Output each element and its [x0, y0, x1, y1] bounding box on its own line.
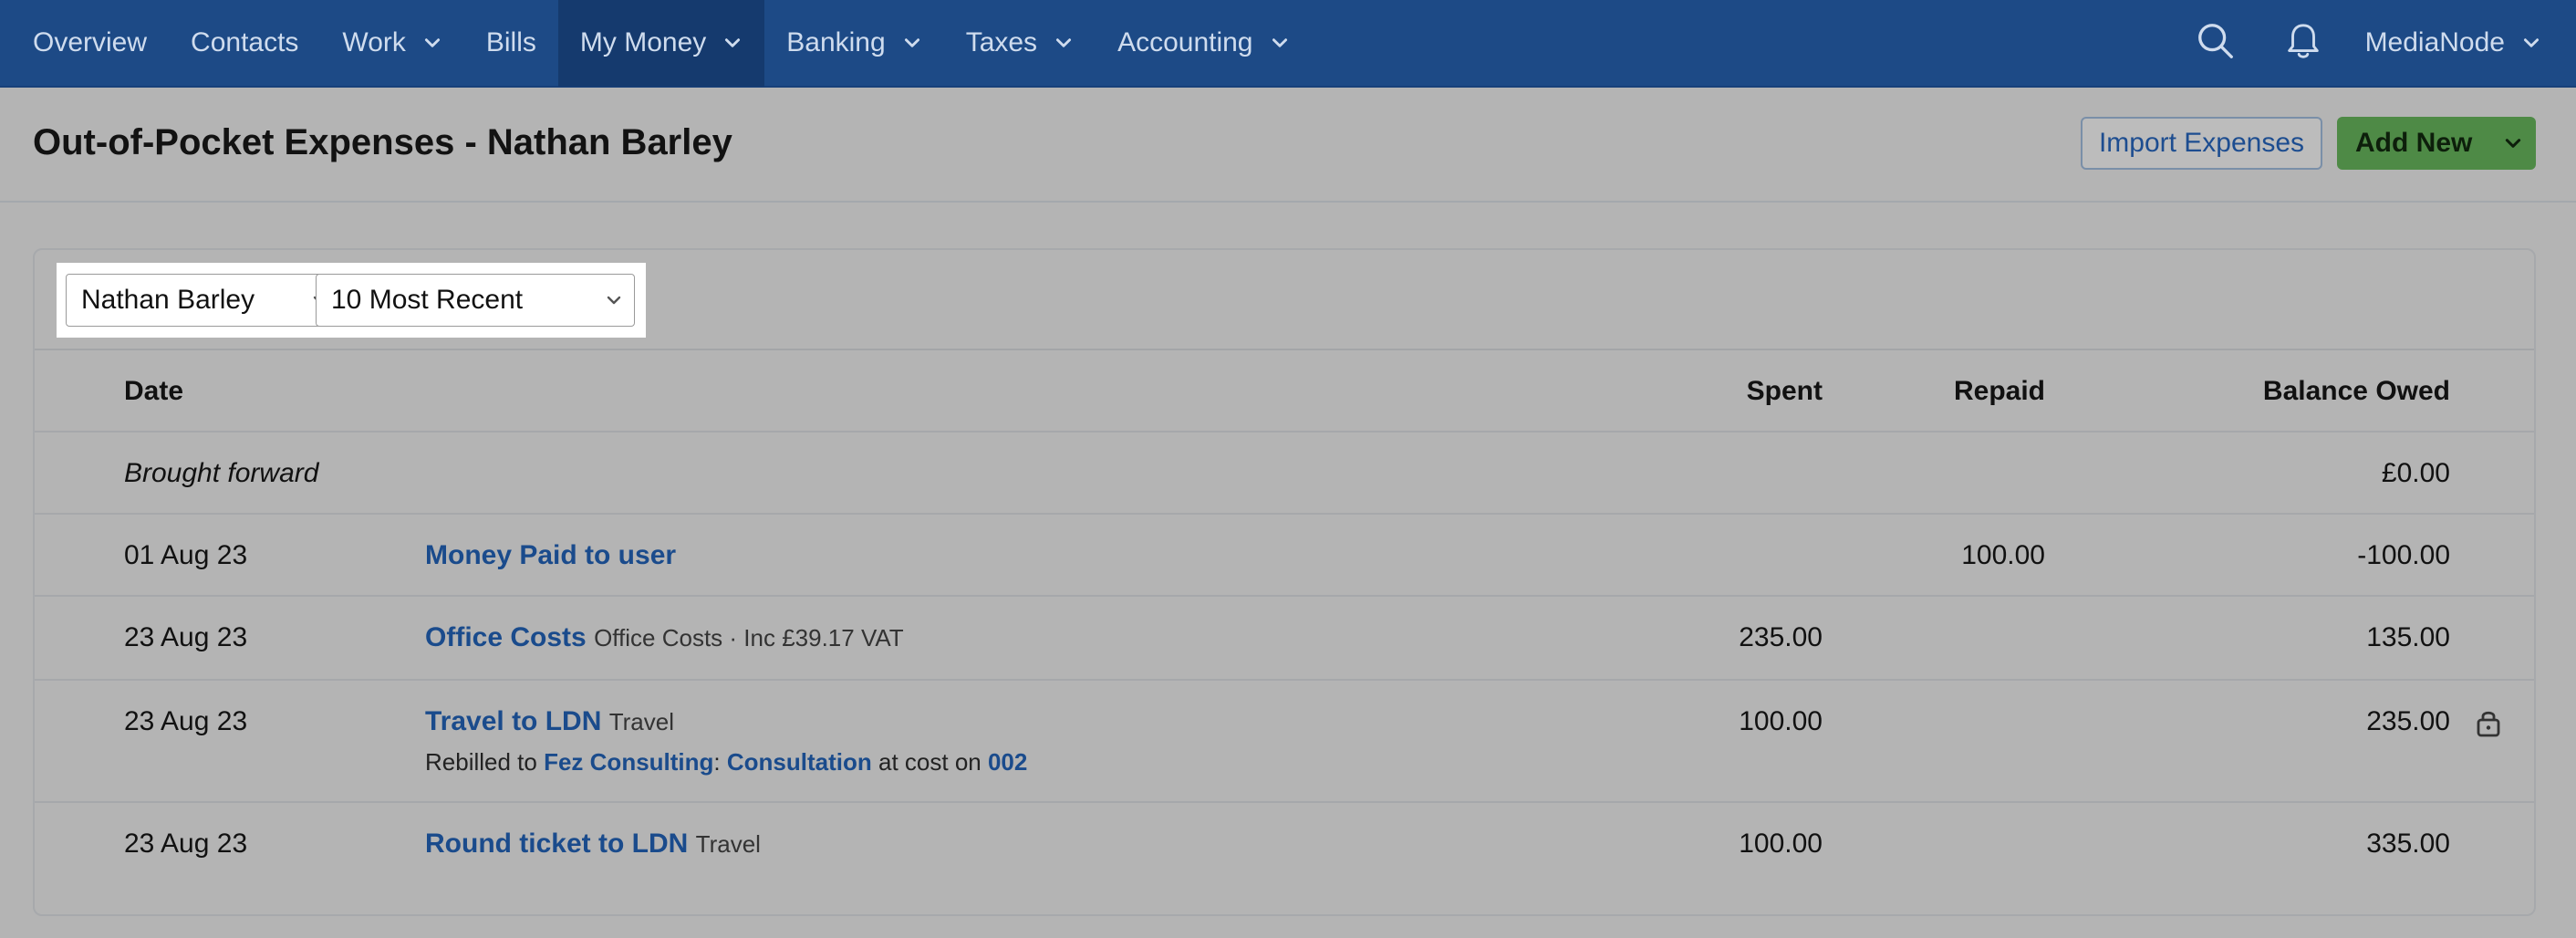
invoice-link[interactable]: 002 [988, 748, 1027, 776]
import-expenses-button[interactable]: Import Expenses [2081, 117, 2322, 170]
add-new-label: Add New [2355, 128, 2473, 158]
chevron-down-icon [722, 33, 743, 53]
table-row: 23 Aug 23 Office Costs Office Costs · In… [35, 597, 2534, 681]
table-header: Date Spent Repaid Balance Owed [35, 350, 2534, 433]
nav-label: Accounting [1117, 27, 1253, 57]
brought-forward-balance: £0.00 [2381, 458, 2450, 488]
row-balance: -100.00 [2357, 540, 2450, 570]
account-menu[interactable]: MediaNode [2347, 0, 2576, 87]
row-repaid: 100.00 [1961, 540, 2045, 570]
row-spent: 100.00 [1739, 829, 1823, 859]
chevron-down-icon [2503, 133, 2523, 153]
notifications-button[interactable] [2259, 0, 2347, 87]
chevron-down-icon [902, 33, 922, 53]
row-date: 01 Aug 23 [124, 540, 248, 570]
row-balance: 135.00 [2366, 622, 2450, 652]
rebill-info: Rebilled to Fez Consulting: Consultation… [425, 748, 1027, 776]
top-navigation: Overview Contacts Work Bills My Money Ba… [0, 0, 2576, 88]
search-icon [2195, 20, 2237, 67]
table-row: 23 Aug 23 Travel to LDN Travel Rebilled … [35, 681, 2534, 803]
account-label: MediaNode [2364, 27, 2505, 57]
row-date: 23 Aug 23 [124, 622, 248, 652]
nav-taxes[interactable]: Taxes [944, 0, 1096, 87]
nav-label: Work [342, 27, 406, 57]
chevron-down-icon [1054, 33, 1074, 53]
expense-link[interactable]: Office Costs [425, 622, 587, 652]
column-header-date: Date [124, 376, 184, 406]
client-link[interactable]: Fez Consulting [544, 748, 713, 776]
expense-link[interactable]: Round ticket to LDN [425, 829, 688, 859]
row-date: 23 Aug 23 [124, 829, 248, 859]
expense-category: Travel [608, 708, 674, 735]
nav-contacts[interactable]: Contacts [169, 0, 320, 87]
row-spent: 235.00 [1739, 622, 1823, 652]
chevron-down-icon [422, 33, 442, 53]
user-select[interactable]: Nathan Barley [66, 274, 341, 327]
column-header-spent: Spent [1746, 376, 1823, 406]
nav-label: Banking [786, 27, 886, 57]
page-header: Out-of-Pocket Expenses - Nathan Barley I… [0, 88, 2576, 203]
add-new-button[interactable]: Add New [2337, 117, 2536, 170]
nav-label: My Money [579, 27, 707, 57]
brought-forward-label: Brought forward [124, 458, 319, 488]
row-description: Office Costs Office Costs · Inc £39.17 V… [425, 622, 904, 653]
table-row: 01 Aug 23 Money Paid to user 100.00 -100… [35, 515, 2534, 597]
chevron-down-icon [605, 291, 623, 309]
nav-label: Overview [33, 27, 148, 57]
table-row-brought-forward: Brought forward £0.00 [35, 433, 2534, 515]
chevron-down-icon [1270, 33, 1290, 53]
nav-accounting[interactable]: Accounting [1096, 0, 1311, 87]
rebill-mid: at cost on [878, 748, 982, 776]
page-title: Out-of-Pocket Expenses - Nathan Barley [33, 122, 732, 162]
lock-icon [2476, 708, 2501, 737]
nav-label: Taxes [965, 27, 1038, 57]
nav-overview[interactable]: Overview [0, 0, 169, 87]
nav-label: Contacts [191, 27, 299, 57]
expense-category: Travel [695, 830, 761, 858]
bell-icon [2282, 20, 2324, 67]
rebill-separator: : [713, 748, 721, 776]
row-balance: 335.00 [2366, 829, 2450, 859]
column-header-repaid: Repaid [1953, 376, 2045, 406]
nav-my-money[interactable]: My Money [557, 0, 765, 87]
chevron-down-icon [2521, 33, 2541, 53]
table-row: 23 Aug 23 Round ticket to LDN Travel 100… [35, 803, 2534, 887]
row-date: 23 Aug 23 [124, 706, 248, 736]
row-description: Round ticket to LDN Travel [425, 829, 761, 860]
expense-link[interactable]: Travel to LDN [425, 706, 601, 736]
nav-label: Bills [485, 27, 536, 57]
nav-work[interactable]: Work [320, 0, 463, 87]
expense-category: Office Costs · Inc £39.17 VAT [594, 624, 904, 651]
row-spent: 100.00 [1739, 706, 1823, 736]
expenses-card: Nathan Barley 10 Most Recent Date Spent … [33, 248, 2536, 916]
project-link[interactable]: Consultation [727, 748, 872, 776]
column-header-balance: Balance Owed [2262, 376, 2450, 406]
range-select[interactable]: 10 Most Recent [316, 274, 635, 327]
rebill-prefix: Rebilled to [425, 748, 537, 776]
search-button[interactable] [2172, 0, 2259, 87]
user-select-value: Nathan Barley [81, 285, 255, 315]
expense-link[interactable]: Money Paid to user [425, 540, 676, 571]
nav-banking[interactable]: Banking [764, 0, 943, 87]
nav-bills[interactable]: Bills [464, 0, 558, 87]
filters-bar: Nathan Barley 10 Most Recent [35, 250, 2534, 350]
range-select-value: 10 Most Recent [331, 285, 524, 315]
row-description: Travel to LDN Travel [425, 706, 674, 737]
nav-right: MediaNode [2172, 0, 2576, 87]
row-balance: 235.00 [2366, 706, 2450, 736]
